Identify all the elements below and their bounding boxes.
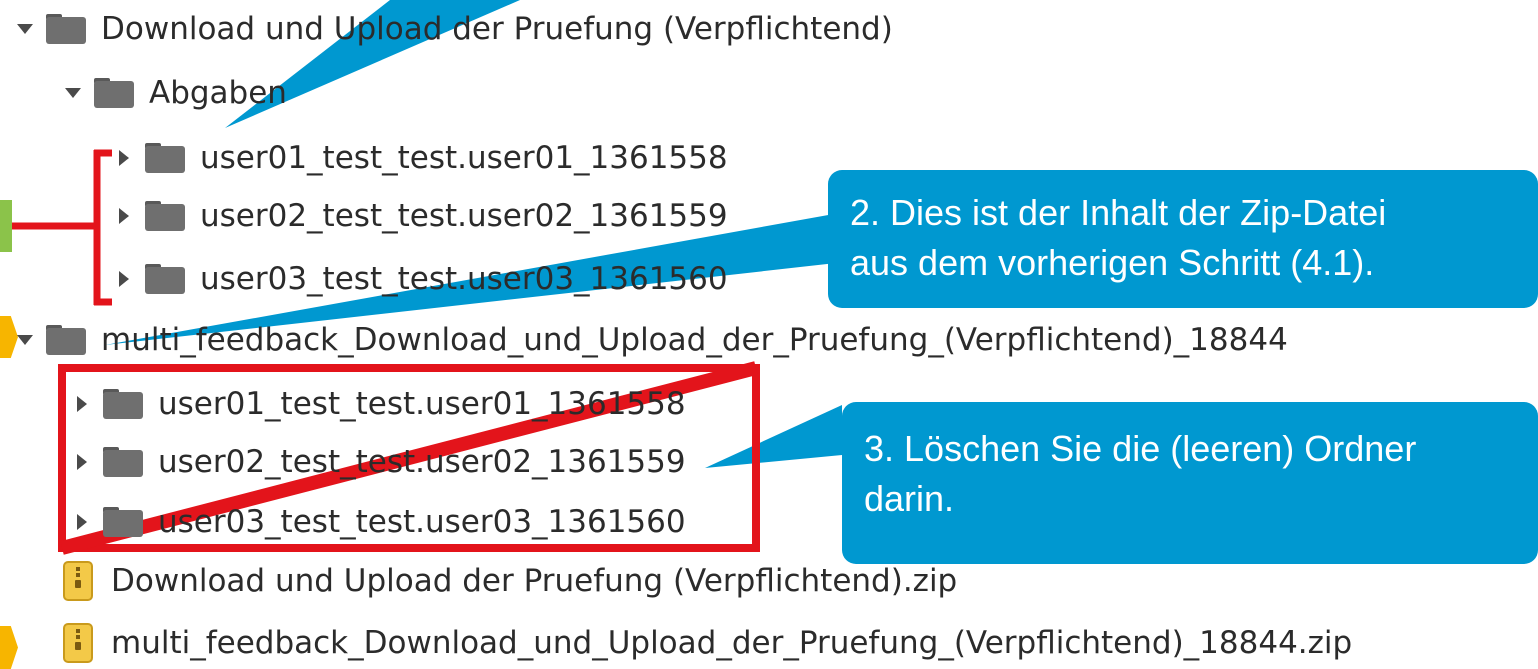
triangle-down-icon[interactable]	[14, 329, 36, 351]
tree-row[interactable]: user01_test_test.user01_1361558	[113, 133, 728, 183]
folder-icon	[94, 78, 134, 108]
folder-icon	[103, 447, 143, 477]
tree-row[interactable]: user03_test_test.user03_1361560	[113, 254, 728, 304]
triangle-right-icon[interactable]	[113, 268, 135, 290]
triangle-down-icon[interactable]	[62, 82, 84, 104]
tree-item-label: Abgaben	[149, 75, 287, 111]
tree-item-label: user03_test_test.user03_1361560	[200, 261, 728, 297]
tree-item-label: user01_test_test.user01_1361558	[200, 140, 728, 176]
folder-icon	[103, 507, 143, 537]
tree-item-label: user01_test_test.user01_1361558	[158, 386, 686, 422]
tree-item-label: multi_feedback_Download_und_Upload_der_P…	[101, 322, 1288, 358]
zip-archive-icon	[63, 623, 93, 663]
tree-row[interactable]: Download und Upload der Pruefung (Verpfl…	[14, 4, 893, 54]
triangle-down-icon[interactable]	[14, 18, 36, 40]
tree-item-label: Download und Upload der Pruefung (Verpfl…	[101, 11, 893, 47]
triangle-right-icon[interactable]	[71, 451, 93, 473]
tree-row[interactable]: multi_feedback_Download_und_Upload_der_P…	[14, 315, 1288, 365]
tree-row[interactable]: Abgaben	[62, 68, 287, 118]
folder-icon	[145, 264, 185, 294]
orange-marker-2	[0, 626, 18, 669]
callout-step2: 2. Dies ist der Inhalt der Zip-Datei aus…	[828, 170, 1538, 308]
triangle-right-icon[interactable]	[113, 147, 135, 169]
callout-step3: 3. Löschen Sie die (leeren) Ordner darin…	[842, 402, 1538, 564]
folder-icon	[103, 389, 143, 419]
callout-step3-line1: 3. Löschen Sie die (leeren) Ordner	[864, 428, 1417, 469]
tree-row[interactable]: user02_test_test.user02_1361559	[113, 191, 728, 241]
folder-icon	[145, 143, 185, 173]
callout-step2-line1: 2. Dies ist der Inhalt der Zip-Datei	[850, 192, 1387, 233]
tree-item-label: user03_test_test.user03_1361560	[158, 504, 686, 540]
folder-icon	[145, 201, 185, 231]
tree-row[interactable]: multi_feedback_Download_und_Upload_der_P…	[63, 618, 1352, 668]
triangle-right-icon[interactable]	[71, 511, 93, 533]
tree-row[interactable]: user02_test_test.user02_1361559	[71, 437, 686, 487]
tree-item-label: user02_test_test.user02_1361559	[200, 198, 728, 234]
green-marker	[0, 200, 12, 252]
tree-row[interactable]: user03_test_test.user03_1361560	[71, 497, 686, 547]
triangle-right-icon[interactable]	[113, 205, 135, 227]
red-bracket	[0, 149, 112, 306]
callout-step3-line2: darin.	[864, 478, 955, 519]
callout-step2-line2: aus dem vorherigen Schritt (4.1).	[850, 242, 1375, 283]
tree-item-label: Download und Upload der Pruefung (Verpfl…	[111, 563, 958, 599]
tree-item-label: multi_feedback_Download_und_Upload_der_P…	[111, 625, 1353, 661]
callout-tail-step3	[705, 405, 842, 468]
zip-archive-icon	[63, 561, 93, 601]
folder-icon	[46, 14, 86, 44]
folder-icon	[46, 325, 86, 355]
triangle-right-icon[interactable]	[71, 393, 93, 415]
tree-row[interactable]: Download und Upload der Pruefung (Verpfl…	[63, 556, 957, 606]
tree-item-label: user02_test_test.user02_1361559	[158, 444, 686, 480]
tree-row[interactable]: user01_test_test.user01_1361558	[71, 379, 686, 429]
